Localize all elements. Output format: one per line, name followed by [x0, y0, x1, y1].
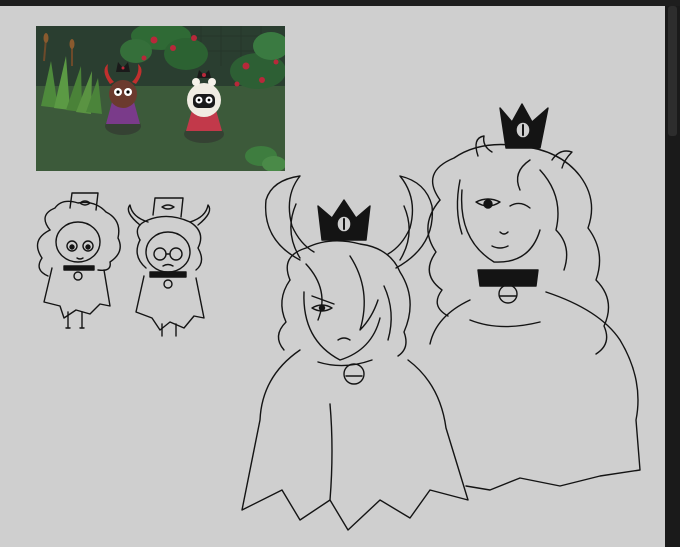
chibi-demon-sketch — [127, 197, 211, 337]
app-frame — [0, 0, 680, 547]
drawing-canvas[interactable] — [0, 6, 665, 547]
sketch-layer — [36, 103, 641, 531]
scrollbar-thumb[interactable] — [668, 6, 677, 136]
bust-lamb-sketch — [427, 103, 641, 491]
chibi-lamb-sketch — [36, 192, 121, 329]
bust-demon-sketch — [241, 175, 469, 531]
vertical-scrollbar[interactable] — [665, 6, 680, 547]
